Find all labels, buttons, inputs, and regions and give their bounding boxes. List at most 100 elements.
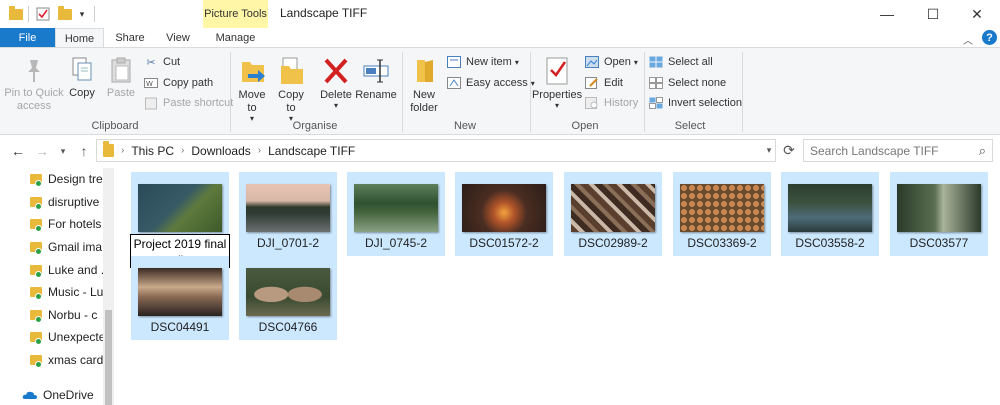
history-label: History [604, 97, 639, 109]
breadcrumb-chevron-icon[interactable]: › [181, 145, 184, 156]
folder-sync-icon [30, 264, 42, 278]
edit-icon [584, 76, 600, 90]
file-tile[interactable]: DSC02989-2 [564, 172, 662, 256]
scissors-icon: ✂ [146, 56, 156, 69]
history-button[interactable]: History [584, 94, 638, 112]
pin-to-quick-access-button[interactable]: Pin to Quick access [4, 56, 64, 113]
tab-home[interactable]: Home [55, 28, 104, 48]
properties-qat-icon[interactable] [35, 6, 51, 22]
address-bar[interactable]: › This PC › Downloads › Landscape TIFF [96, 139, 776, 162]
sidebar-item[interactable]: Gmail ima [0, 236, 114, 259]
copy-path-label: Copy path [163, 77, 214, 89]
image-thumbnail [246, 268, 330, 316]
select-none-button[interactable]: Select none [648, 74, 726, 92]
sidebar-scrollbar-thumb[interactable] [105, 310, 112, 405]
svg-text:W: W [146, 80, 153, 88]
properties-button[interactable]: Properties ▾ [532, 56, 582, 110]
sidebar-item-label: Design tre [48, 172, 103, 187]
search-input[interactable]: Search Landscape TIFF ⌕ [803, 139, 993, 162]
new-group-label: New [453, 120, 476, 132]
easy-access-button[interactable]: Easy access ▾ [446, 74, 535, 92]
file-name: DJI_0701-2 [256, 236, 320, 250]
minimize-button[interactable]: — [864, 0, 910, 28]
breadcrumb-chevron-icon[interactable]: › [121, 145, 124, 156]
breadcrumb-landscape-tiff[interactable]: Landscape TIFF [268, 144, 355, 158]
image-thumbnail [788, 184, 872, 232]
copy-button[interactable]: Copy [66, 56, 98, 100]
paste-button[interactable]: Paste [104, 56, 138, 100]
customize-qat-icon[interactable]: ▾ [76, 6, 88, 22]
pin-label: Pin to Quick access [4, 87, 64, 112]
file-tile[interactable]: DJI_0745-2 [347, 172, 445, 256]
chevron-down-icon: ▾ [633, 57, 638, 67]
new-folder-button[interactable]: New folder [406, 56, 442, 115]
chevron-down-icon: ▾ [333, 101, 338, 110]
paste-label: Paste [106, 87, 136, 99]
close-button[interactable]: ✕ [954, 0, 1000, 28]
tab-manage[interactable]: Manage [203, 28, 268, 48]
file-tile[interactable]: DSC01572-2 [455, 172, 553, 256]
copy-to-button[interactable]: Copy to ▾ [274, 56, 308, 123]
address-history-chevron-icon[interactable]: ▾ [762, 139, 776, 162]
help-icon[interactable]: ? [982, 30, 997, 45]
file-tile[interactable]: DJI_0701-2 [239, 172, 337, 256]
copy-to-label: Copy to [278, 89, 304, 114]
rename-icon [363, 59, 389, 83]
chevron-down-icon: ▾ [514, 57, 519, 67]
sidebar-item[interactable]: disruptive [0, 191, 114, 214]
file-name: DSC03558-2 [795, 236, 865, 250]
cut-button[interactable]: ✂ Cut [143, 53, 180, 71]
sidebar-item[interactable]: For hotels [0, 213, 114, 236]
folder-sync-icon [30, 309, 42, 323]
clipboard-group-label: Clipboard [91, 120, 139, 132]
file-tile[interactable]: DSC03369-2 [673, 172, 771, 256]
sidebar-item-label: Norbu - c [48, 307, 98, 322]
sidebar-item[interactable]: Music - Lu [0, 281, 114, 304]
copy-path-button[interactable]: W Copy path [143, 74, 213, 92]
new-folder-qat-icon[interactable] [57, 5, 73, 22]
sidebar-item[interactable]: Luke and . [0, 258, 114, 281]
tab-view[interactable]: View [156, 28, 200, 48]
open-button[interactable]: Open ▾ [584, 53, 638, 71]
file-tile[interactable]: DSC03558-2 [781, 172, 879, 256]
breadcrumb-this-pc[interactable]: This PC [131, 144, 174, 158]
paste-shortcut-label: Paste shortcut [163, 97, 234, 109]
search-icon[interactable]: ⌕ [979, 143, 986, 159]
breadcrumb-downloads[interactable]: Downloads [191, 144, 250, 158]
file-tile[interactable]: DSC04491 [131, 256, 229, 340]
select-all-button[interactable]: Select all [648, 53, 713, 71]
sidebar-item[interactable]: xmas card [0, 349, 114, 372]
properties-icon [546, 57, 568, 85]
sidebar-item[interactable]: Design tre [0, 168, 114, 191]
file-tile[interactable]: DSC03577 [890, 172, 988, 256]
folder-sync-icon [30, 332, 42, 346]
folder-icon[interactable] [8, 5, 24, 22]
rename-button[interactable]: Rename [355, 56, 397, 102]
move-to-label: Move to [238, 89, 266, 114]
up-arrow-icon[interactable]: ↑ [74, 143, 94, 159]
collapse-ribbon-icon[interactable]: ︿ [963, 32, 973, 47]
title-bar [0, 0, 1000, 28]
tab-file[interactable]: File [0, 28, 55, 48]
paste-shortcut-button[interactable]: Paste shortcut [143, 94, 233, 112]
sidebar-item[interactable]: Unexpecte [0, 326, 114, 349]
invert-selection-button[interactable]: Invert selection [648, 94, 742, 112]
edit-button[interactable]: Edit [584, 74, 623, 92]
copy-to-icon [281, 57, 303, 84]
sidebar-item-onedrive[interactable]: OneDrive [0, 383, 114, 405]
move-to-button[interactable]: Move to ▾ [234, 56, 270, 123]
back-arrow-icon[interactable]: ← [8, 143, 28, 159]
new-item-label: New item [466, 56, 512, 68]
maximize-button[interactable]: ☐ [910, 0, 956, 28]
forward-arrow-icon[interactable]: → [32, 143, 52, 159]
delete-button[interactable]: Delete ▾ [318, 56, 354, 110]
qat-separator [28, 6, 29, 22]
new-item-button[interactable]: New item ▾ [446, 53, 519, 71]
refresh-icon[interactable]: ⟳ [778, 139, 800, 162]
breadcrumb-chevron-icon[interactable]: › [258, 145, 261, 156]
file-name: DSC04491 [150, 320, 210, 334]
sidebar-item[interactable]: Norbu - c [0, 304, 114, 327]
recent-locations-chevron-icon[interactable]: ▾ [56, 143, 70, 159]
file-tile[interactable]: DSC04766 [239, 256, 337, 340]
tab-share[interactable]: Share [108, 28, 152, 48]
